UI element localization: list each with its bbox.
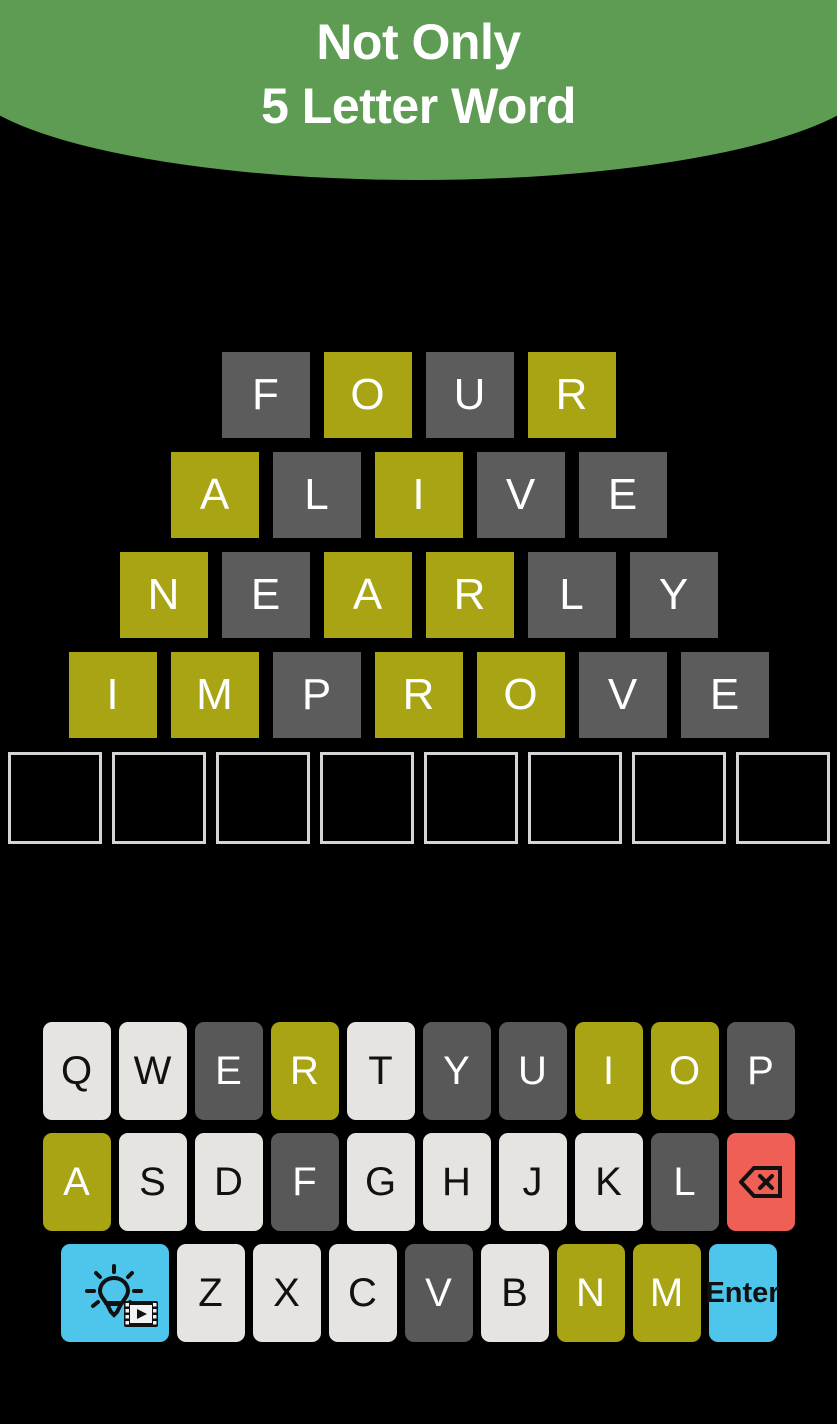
key-g[interactable]: G [346,1133,415,1231]
board-tile: R [527,352,616,438]
board-tile: I [68,652,157,738]
key-l[interactable]: L [650,1133,719,1231]
board-tile-empty [527,752,622,844]
key-n[interactable]: N [556,1244,625,1342]
key-h[interactable]: H [422,1133,491,1231]
key-y[interactable]: Y [422,1022,491,1120]
board-row: ALIVE [0,452,837,538]
key-a[interactable]: A [42,1133,111,1231]
key-q[interactable]: Q [42,1022,111,1120]
backspace-icon [738,1166,782,1198]
key-b[interactable]: B [480,1244,549,1342]
key-p[interactable]: P [726,1022,795,1120]
key-o[interactable]: O [650,1022,719,1120]
board-tile: U [425,352,514,438]
key-u[interactable]: U [498,1022,567,1120]
keyboard-row: Z X C V B N M Enter [33,1244,804,1342]
key-w[interactable]: W [118,1022,187,1120]
keyboard-row: ASDFGHJKL [33,1133,804,1231]
key-t[interactable]: T [346,1022,415,1120]
video-badge-icon [123,1300,159,1328]
board-row: IMPROVE [0,652,837,738]
board-tile: L [272,452,361,538]
key-i[interactable]: I [574,1022,643,1120]
key-j[interactable]: J [498,1133,567,1231]
board-tile: L [527,552,616,638]
board-tile-empty [319,752,414,844]
board-tile: A [323,552,412,638]
board-tile: I [374,452,463,538]
board-tile: Y [629,552,718,638]
board-tile: E [221,552,310,638]
key-v[interactable]: V [404,1244,473,1342]
board-tile: A [170,452,259,538]
board-tile: M [170,652,259,738]
board-tile: F [221,352,310,438]
key-x[interactable]: X [252,1244,321,1342]
board-tile-empty [215,752,310,844]
board-tile-empty [631,752,726,844]
board-tile: R [425,552,514,638]
board-tile: O [323,352,412,438]
board-tile-empty [111,752,206,844]
page-title: Not Only 5 Letter Word [0,10,837,138]
header-banner: Not Only 5 Letter Word [0,0,837,180]
board-tile-empty [7,752,102,844]
keyboard-row: QWERTYUIOP [33,1022,804,1120]
key-z[interactable]: Z [176,1244,245,1342]
board-tile-empty [735,752,830,844]
key-e[interactable]: E [194,1022,263,1120]
key-d[interactable]: D [194,1133,263,1231]
game-screen: Not Only 5 Letter Word FOURALIVENEARLYIM… [0,0,837,1424]
board-tile: E [578,452,667,538]
board-tile: V [578,652,667,738]
board-row: FOUR [0,352,837,438]
key-k[interactable]: K [574,1133,643,1231]
key-m[interactable]: M [632,1244,701,1342]
enter-key[interactable]: Enter [705,1244,780,1342]
guess-board: FOURALIVENEARLYIMPROVE [0,352,837,844]
on-screen-keyboard: Q W E R T Y U I O P A S D F G H J K L Z X C V B N M Enter [0,1022,837,1355]
backspace-key[interactable] [726,1133,795,1231]
key-c[interactable]: C [328,1244,397,1342]
board-row [0,752,837,844]
board-tile: O [476,652,565,738]
board-tile-empty [423,752,518,844]
board-row: NEARLY [0,552,837,638]
board-tile: R [374,652,463,738]
board-tile: E [680,652,769,738]
board-tile: P [272,652,361,738]
page-title-line-2: 5 Letter Word [261,78,576,134]
page-title-line-1: Not Only [316,14,521,70]
board-tile: V [476,452,565,538]
key-s[interactable]: S [118,1133,187,1231]
key-r[interactable]: R [270,1022,339,1120]
hint-key[interactable] [60,1244,169,1342]
key-f[interactable]: F [270,1133,339,1231]
board-tile: N [119,552,208,638]
